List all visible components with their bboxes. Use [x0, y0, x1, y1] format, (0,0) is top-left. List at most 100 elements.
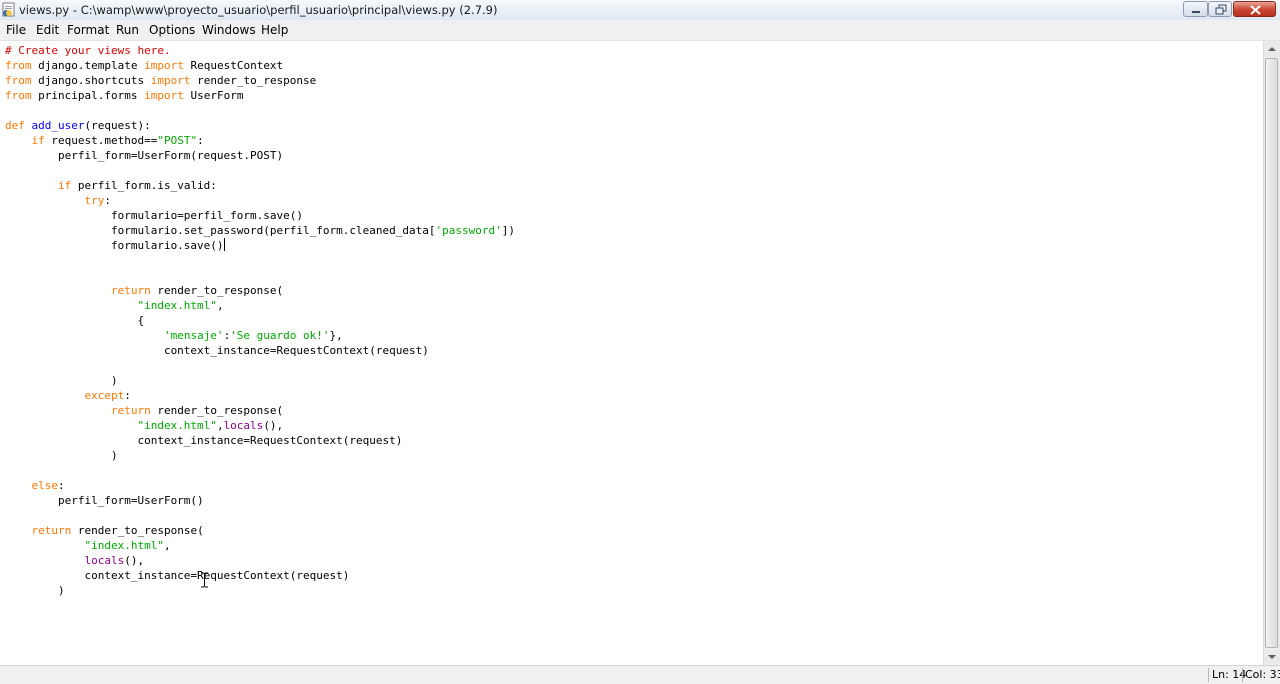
minimize-button[interactable]	[1183, 1, 1208, 17]
token-string: "index.html"	[137, 299, 217, 312]
scroll-up-icon[interactable]	[1264, 41, 1280, 57]
window-title: views.py - C:\wamp\www\proyecto_usuario\…	[19, 3, 498, 17]
token-text: ,	[216, 299, 224, 312]
token-text: render_to_response(	[150, 284, 284, 297]
scroll-down-icon[interactable]	[1264, 649, 1280, 665]
code-editor[interactable]: # Create your views here. from django.tem…	[0, 41, 1263, 665]
token-string: 'mensaje'	[163, 329, 224, 342]
token-text: perfil_form=UserForm(request.POST)	[5, 149, 284, 162]
code-line: else:	[5, 478, 65, 493]
token-text: :	[124, 389, 131, 402]
token-keyword: from	[5, 89, 32, 102]
token-keyword: import	[144, 59, 184, 72]
code-line: locals(),	[5, 553, 144, 568]
close-icon	[1250, 5, 1261, 15]
close-button[interactable]	[1233, 1, 1276, 17]
token-keyword: except	[84, 389, 125, 402]
code-line: "index.html",locals(),	[5, 418, 283, 433]
token-text: perfil_form=UserForm()	[5, 494, 204, 507]
code-line: return render_to_response(	[5, 403, 283, 418]
code-line: formulario.set_password(perfil_form.clea…	[5, 223, 515, 238]
code-line: formulario=perfil_form.save()	[5, 208, 303, 223]
code-line: except:	[5, 388, 131, 403]
code-line: context_instance=RequestContext(request)	[5, 568, 349, 583]
token-text: formulario=perfil_form.save()	[5, 209, 304, 222]
maximize-button[interactable]	[1208, 1, 1232, 17]
token-text: :	[58, 479, 65, 492]
token-text: render_to_response(	[71, 524, 204, 537]
menu-format[interactable]: Format	[67, 23, 109, 37]
token-text: django.template	[31, 59, 145, 72]
menu-run[interactable]: Run	[116, 23, 139, 37]
token-text: formulario.save()	[5, 239, 224, 252]
minimize-icon	[1192, 11, 1200, 13]
scrollbar-thumb[interactable]	[1265, 58, 1278, 648]
token-string: "POST"	[157, 134, 198, 147]
code-line: # Create your views here.	[5, 43, 171, 58]
code-line: try:	[5, 193, 111, 208]
token-text: :	[197, 134, 204, 147]
code-line: {	[5, 313, 144, 328]
code-line: "index.html",	[5, 298, 224, 313]
code-line: )	[5, 448, 118, 463]
token-text: {	[5, 314, 145, 327]
code-line: from django.template import RequestConte…	[5, 58, 283, 73]
code-line: formulario.save()	[5, 238, 225, 253]
token-comment: # Create your views here.	[5, 44, 171, 57]
token-text: :	[104, 194, 111, 207]
token-text: (),	[263, 419, 284, 432]
token-text: context_instance=RequestContext(request)	[5, 434, 403, 447]
token-keyword: from	[5, 59, 32, 72]
token-keyword: try	[84, 194, 105, 207]
code-line: if perfil_form.is_valid:	[5, 178, 217, 193]
title-bar[interactable]: views.py - C:\wamp\www\proyecto_usuario\…	[0, 0, 1280, 21]
code-line: if request.method=="POST":	[5, 133, 204, 148]
menu-windows[interactable]: Windows	[202, 23, 256, 37]
menu-help[interactable]: Help	[261, 23, 288, 37]
token-text: )	[5, 449, 118, 462]
token-text: context_instance=RequestContext(request)	[5, 344, 429, 357]
token-text: },	[329, 329, 343, 342]
token-text: ,	[216, 419, 224, 432]
menu-options[interactable]: Options	[149, 23, 195, 37]
token-string: "index.html"	[84, 539, 164, 552]
token-text: formulario.set_password(perfil_form.clea…	[5, 224, 436, 237]
code-line: 'mensaje':'Se guardo ok!'},	[5, 328, 343, 343]
menu-edit[interactable]: Edit	[36, 23, 59, 37]
token-keyword: return	[110, 404, 151, 417]
code-line: context_instance=RequestContext(request)	[5, 343, 429, 358]
menu-bar: File Edit Format Run Options Windows Hel…	[0, 20, 1280, 41]
python-idle-icon	[2, 2, 15, 17]
token-keyword: return	[110, 284, 151, 297]
token-text: (),	[124, 554, 145, 567]
token-string: "index.html"	[137, 419, 217, 432]
insertion-caret	[223, 238, 225, 251]
token-keyword: from	[5, 74, 32, 87]
token-text: )	[5, 584, 65, 597]
token-keyword: return	[31, 524, 72, 537]
token-text: (request):	[84, 119, 151, 132]
token-text: perfil_form.is_valid:	[71, 179, 217, 192]
code-line: perfil_form=UserForm()	[5, 493, 204, 508]
status-divider	[1242, 668, 1243, 682]
vertical-scrollbar[interactable]	[1263, 41, 1280, 665]
code-line: def add_user(request):	[5, 118, 151, 133]
code-line: return render_to_response(	[5, 283, 283, 298]
token-text: django.shortcuts	[31, 74, 151, 87]
menu-file[interactable]: File	[6, 23, 26, 37]
token-keyword: if	[31, 134, 45, 147]
token-keyword: def	[5, 119, 25, 132]
token-keyword: if	[57, 179, 72, 192]
status-divider	[1208, 668, 1209, 682]
token-builtin: locals	[84, 554, 125, 567]
